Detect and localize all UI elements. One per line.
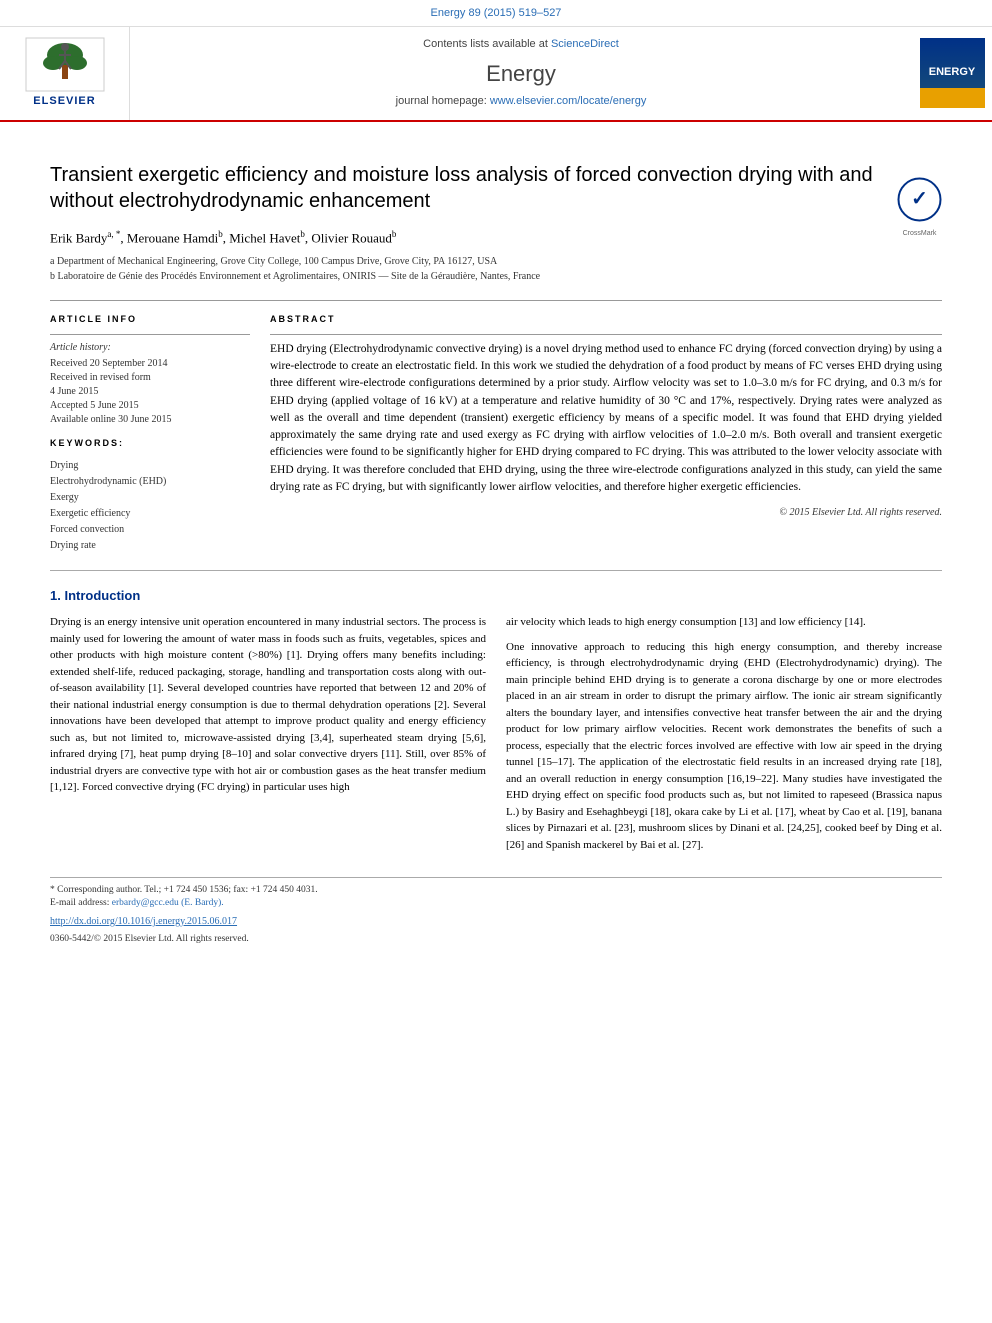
article-info-label: ARTICLE INFO	[50, 313, 250, 326]
journal-info-center: Contents lists available at ScienceDirec…	[130, 27, 912, 120]
journal-title: Energy	[150, 58, 892, 90]
affiliation-b: b Laboratoire de Génie des Procédés Envi…	[50, 269, 942, 284]
section-number: 1.	[50, 588, 61, 603]
journal-reference: Energy 89 (2015) 519–527	[431, 7, 562, 19]
history-group: Article history: Received 20 September 2…	[50, 341, 250, 428]
intro-para-1: Drying is an energy intensive unit opera…	[50, 614, 486, 796]
elsevier-logo-area: ELSEVIER	[25, 37, 105, 110]
svg-text:✓: ✓	[911, 188, 928, 210]
intro-right-text: air velocity which leads to high energy …	[506, 614, 942, 853]
keyword-drying: Drying	[50, 458, 250, 474]
email-address[interactable]: erbardy@gcc.edu (E. Bardy).	[112, 898, 224, 908]
intro-right-para-1: air velocity which leads to high energy …	[506, 614, 942, 631]
article-info-abstract: ARTICLE INFO Article history: Received 2…	[50, 300, 942, 555]
author-olivier: Olivier Rouaud	[311, 230, 392, 245]
intro-body: Drying is an energy intensive unit opera…	[50, 614, 942, 861]
footnote-corresponding: * Corresponding author. Tel.; +1 724 450…	[50, 884, 942, 897]
contents-available-text: Contents lists available at	[423, 38, 548, 50]
page-footer: * Corresponding author. Tel.; +1 724 450…	[50, 877, 942, 947]
intro-heading: 1. Introduction	[50, 587, 942, 606]
elsevier-branding: ELSEVIER	[0, 27, 130, 120]
email-label: E-mail address:	[50, 898, 109, 908]
divider-2	[270, 334, 942, 335]
homepage-label: journal homepage:	[396, 95, 487, 107]
affiliations: a Department of Mechanical Engineering, …	[50, 254, 942, 284]
author-merouane: Merouane Hamdi	[127, 230, 218, 245]
keyword-forced-convection: Forced convection	[50, 522, 250, 538]
received-revised-date: 4 June 2015	[50, 385, 250, 399]
page: Energy 89 (2015) 519–527	[0, 0, 992, 1323]
energy-logo-area: ENERGY	[912, 27, 992, 120]
journal-homepage: journal homepage: www.elsevier.com/locat…	[150, 94, 892, 110]
author-michel: Michel Havet	[229, 230, 300, 245]
keyword-exergy: Exergy	[50, 490, 250, 506]
affiliation-a: a Department of Mechanical Engineering, …	[50, 254, 942, 269]
keyword-ehd: Electrohydrodynamic (EHD)	[50, 474, 250, 490]
journal-header: ELSEVIER Contents lists available at Sci…	[0, 27, 992, 122]
elsevier-tree-icon	[25, 37, 105, 92]
received-date: Received 20 September 2014	[50, 357, 250, 371]
energy-journal-logo: ENERGY	[920, 38, 985, 108]
footnote-email: E-mail address: erbardy@gcc.edu (E. Bard…	[50, 897, 942, 910]
elsevier-wordmark: ELSEVIER	[33, 94, 95, 110]
received-revised-label: Received in revised form	[50, 371, 250, 385]
available-date: Available online 30 June 2015	[50, 413, 250, 427]
authors-line: Erik Bardya, *, Merouane Hamdib, Michel …	[50, 228, 942, 248]
sciencedirect-link[interactable]: ScienceDirect	[551, 38, 619, 50]
keywords-group: Keywords: Drying Electrohydrodynamic (EH…	[50, 437, 250, 554]
crossmark-icon[interactable]: ✓ CrossMark	[897, 177, 942, 222]
intro-left-col: Drying is an energy intensive unit opera…	[50, 614, 486, 861]
top-bar: Energy 89 (2015) 519–527	[0, 0, 992, 27]
section-main-divider	[50, 570, 942, 571]
homepage-url[interactable]: www.elsevier.com/locate/energy	[490, 95, 647, 107]
keywords-label: Keywords:	[50, 437, 250, 450]
article-title: Transient exergetic efficiency and moist…	[50, 162, 942, 214]
abstract-text: EHD drying (Electrohydrodynamic convecti…	[270, 341, 942, 496]
abstract-column: ABSTRACT EHD drying (Electrohydrodynamic…	[270, 313, 942, 555]
intro-left-text: Drying is an energy intensive unit opera…	[50, 614, 486, 796]
article-info-column: ARTICLE INFO Article history: Received 2…	[50, 313, 250, 555]
accepted-date: Accepted 5 June 2015	[50, 399, 250, 413]
history-label: Article history:	[50, 341, 250, 356]
divider-1	[50, 334, 250, 335]
sciencedirect-line: Contents lists available at ScienceDirec…	[150, 37, 892, 53]
intro-right-col: air velocity which leads to high energy …	[506, 614, 942, 861]
keyword-exergetic-efficiency: Exergetic efficiency	[50, 506, 250, 522]
title-area: ✓ CrossMark Transient exergetic efficien…	[50, 162, 942, 214]
intro-right-para-2: One innovative approach to reducing this…	[506, 639, 942, 854]
author-erik: Erik Bardy	[50, 230, 107, 245]
copyright-line: © 2015 Elsevier Ltd. All rights reserved…	[270, 506, 942, 521]
main-content: ✓ CrossMark Transient exergetic efficien…	[0, 122, 992, 967]
keyword-drying-rate: Drying rate	[50, 538, 250, 554]
doi-link[interactable]: http://dx.doi.org/10.1016/j.energy.2015.…	[50, 915, 942, 930]
section-title: Introduction	[64, 588, 140, 603]
abstract-label: ABSTRACT	[270, 313, 942, 326]
issn-line: 0360-5442/© 2015 Elsevier Ltd. All right…	[50, 933, 942, 947]
introduction-section: 1. Introduction Drying is an energy inte…	[50, 587, 942, 861]
